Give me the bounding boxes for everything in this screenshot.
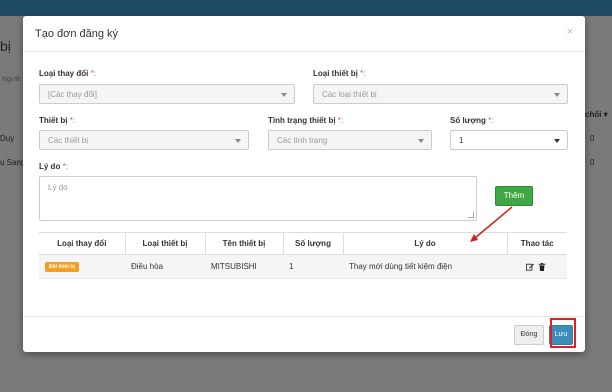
modal-title: Tạo đơn đăng ký (35, 28, 119, 40)
quantity-cell: 1 (283, 254, 343, 279)
resize-handle[interactable] (468, 212, 474, 218)
trash-icon[interactable] (538, 262, 546, 271)
device-label-text: Thiết bị (39, 116, 68, 125)
chevron-down-icon (418, 139, 424, 143)
reason-label: Lý do *: (39, 162, 68, 171)
device-name-cell: MITSUBISHI (205, 254, 283, 279)
column-header: Lý do (343, 232, 508, 255)
change-type-cell: Đổi thiết bị (39, 254, 125, 279)
background-title: bị (0, 38, 11, 54)
device-type-value: Các loại thiết bị (322, 90, 377, 99)
edit-icon[interactable] (525, 263, 534, 271)
modal-header: Tạo đơn đăng ký × (23, 16, 585, 52)
change-type-label: Loại thay đổi *: (39, 69, 96, 78)
background-value-1: 0 (590, 134, 595, 143)
column-header: Loại thiết bị (125, 232, 206, 255)
chevron-down-icon (554, 139, 560, 143)
reason-cell: Thay mới dùng tiết kiệm điện (343, 254, 507, 279)
device-label: Thiết bị *: (39, 116, 75, 125)
status-badge: Đổi thiết bị (45, 262, 79, 272)
actions-cell (507, 254, 567, 279)
required-mark: *: (62, 162, 68, 171)
device-select[interactable]: Các thiết bị (39, 130, 249, 150)
device-type-label-text: Loại thiết bị (313, 69, 358, 78)
device-status-value: Các tình trạng (277, 136, 328, 145)
device-value: Các thiết bị (48, 136, 89, 145)
quantity-select[interactable]: 1 (450, 130, 568, 150)
reason-label-text: Lý do (39, 162, 61, 171)
column-header: Thao tác (507, 232, 567, 255)
add-button[interactable]: Thêm (495, 186, 533, 206)
background-topbar (0, 0, 612, 16)
device-type-cell: Điều hòa (125, 254, 205, 279)
reason-textarea[interactable]: Lý do (39, 176, 477, 221)
background-subtitle: Ngườ (2, 76, 21, 83)
close-button[interactable]: Đóng (514, 325, 544, 345)
column-header: Loại thay đổi (39, 232, 126, 255)
quantity-label: Số lượng *: (450, 116, 494, 125)
device-type-select[interactable]: Các loại thiết bị (313, 84, 568, 104)
change-type-label-text: Loại thay đổi (39, 69, 89, 78)
request-table: Loại thay đổi Loại thiết bị Tên thiết bị… (39, 232, 567, 279)
required-mark: *: (360, 69, 366, 78)
background-row-2: u Sang (0, 158, 26, 167)
device-status-label: Tình trạng thiết bị *: (268, 116, 343, 125)
table-row: Đổi thiết bị Điều hòa MITSUBISHI 1 Thay … (39, 254, 567, 279)
change-type-select[interactable]: [Các thay đổi] (39, 84, 295, 104)
save-highlight-box (550, 318, 576, 348)
change-type-value: [Các thay đổi] (48, 90, 97, 99)
chevron-down-icon (281, 93, 287, 97)
quantity-label-text: Số lượng (450, 116, 486, 125)
column-header: Tên thiết bị (205, 232, 284, 255)
column-header: Số lượng (283, 232, 344, 255)
background-value-2: 0 (590, 158, 595, 167)
required-mark: *: (69, 116, 76, 125)
device-status-label-text: Tình trạng thiết bị (268, 116, 336, 125)
required-mark: *: (90, 69, 96, 78)
required-mark: *: (337, 116, 344, 125)
device-type-label: Loại thiết bị *: (313, 69, 365, 78)
reason-placeholder: Lý do (48, 183, 68, 192)
device-status-select[interactable]: Các tình trạng (268, 130, 432, 150)
background-row-1: Duy (0, 134, 15, 143)
close-icon[interactable]: × (567, 26, 573, 38)
modal-footer (23, 316, 585, 352)
registration-modal: Tạo đơn đăng ký × Loại thay đổi *: [Các … (23, 16, 585, 352)
quantity-value: 1 (459, 136, 464, 145)
chevron-down-icon (554, 93, 560, 97)
background-column-header: chối ▾ (585, 110, 608, 119)
required-mark: *: (488, 116, 494, 125)
table-header-row: Loại thay đổi Loại thiết bị Tên thiết bị… (39, 232, 567, 255)
chevron-down-icon (235, 139, 241, 143)
